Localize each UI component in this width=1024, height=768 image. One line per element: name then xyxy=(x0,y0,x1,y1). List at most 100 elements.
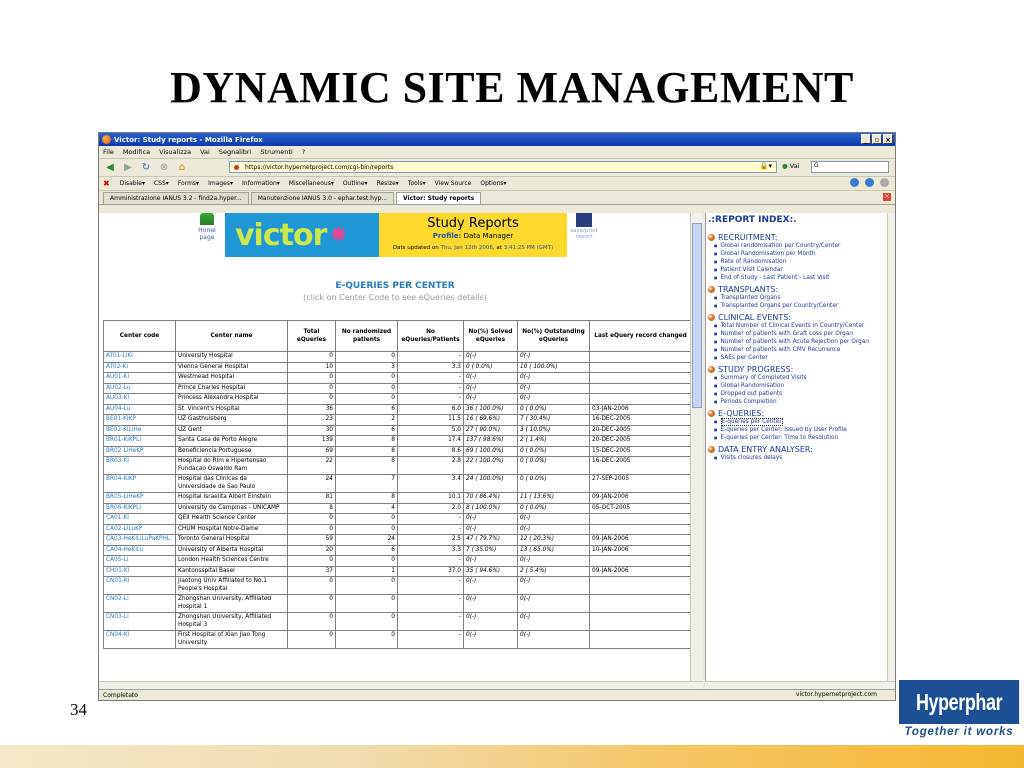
table-cell xyxy=(589,555,692,567)
index-scrollbar[interactable] xyxy=(887,213,895,681)
dev-toolbar-item[interactable]: Information▾ xyxy=(242,180,280,187)
url-bar[interactable]: https://victor.hypernetproject.com/cgi-b… xyxy=(229,161,777,173)
back-button[interactable]: ◀ xyxy=(103,161,117,175)
center-code-link[interactable]: AU02-Lu xyxy=(103,382,176,394)
index-link[interactable]: Dropped out patients xyxy=(708,390,895,398)
table-cell: Jiaotong Univ Affiliated to No.1 People'… xyxy=(175,576,288,595)
dev-toolbar-item[interactable]: Options▾ xyxy=(480,180,506,187)
menu-item[interactable]: Visualizza xyxy=(159,148,191,156)
dev-toolbar-item[interactable]: CSS▾ xyxy=(154,180,169,187)
stop-button[interactable]: ⊗ xyxy=(157,161,171,175)
center-code-link[interactable]: CN01-Ki xyxy=(103,576,176,595)
center-code-link[interactable]: CN03-Li xyxy=(103,612,176,631)
center-code-link[interactable]: BE01-KiKP xyxy=(103,414,176,426)
index-link[interactable]: E-queries per Center xyxy=(708,418,895,426)
index-link-label: E-queries per Center: Time to Resolution xyxy=(720,435,839,441)
home-page-link[interactable]: Home page xyxy=(195,213,219,241)
center-code-link[interactable]: AT01-LiKi xyxy=(103,351,176,363)
index-link[interactable]: Number of patients with CMV Recurrence xyxy=(708,346,895,354)
dev-toolbar-item[interactable]: Miscellaneous▾ xyxy=(289,180,334,187)
dev-toolbar-item[interactable]: Forms▾ xyxy=(178,180,199,187)
index-link[interactable]: Total Number of Clinical Events in Count… xyxy=(708,322,895,330)
center-code-link[interactable]: CA04-HeKiLu xyxy=(103,544,176,556)
dev-toolbar-item[interactable]: Disable▾ xyxy=(120,180,145,187)
index-link[interactable]: SAEs per Center xyxy=(708,354,895,362)
dev-toolbar-item[interactable]: View Source xyxy=(435,180,472,187)
index-link[interactable]: Global Randomisation xyxy=(708,382,895,390)
dev-toolbar-item[interactable]: Resize▾ xyxy=(377,180,399,187)
center-code-link[interactable]: BR04-KiKP xyxy=(103,474,176,493)
vertical-scrollbar[interactable] xyxy=(690,213,703,681)
index-link[interactable]: E-queries per Center: Issued by User Pro… xyxy=(708,426,895,434)
table-cell: 10.1 xyxy=(397,492,464,504)
index-link[interactable]: End of Study - Last Patient - Last Visit xyxy=(708,274,895,282)
index-link[interactable]: Patient Visit Calendar xyxy=(708,266,895,274)
table-row: BR01-KiKPLi Santa Casa de Porto Alegre 139… xyxy=(103,435,692,447)
index-link[interactable]: Global randomisation per Country/Center xyxy=(708,242,895,250)
center-code-link[interactable]: CH01-Ki xyxy=(103,565,176,577)
menu-item[interactable]: ? xyxy=(302,148,305,156)
index-link-label: Dropped out patients xyxy=(720,391,783,397)
menu-item[interactable]: Vai xyxy=(200,148,210,156)
index-link[interactable]: Visits closures delays xyxy=(708,454,895,462)
dev-toolbar-item[interactable]: Outline▾ xyxy=(343,180,368,187)
center-code-link[interactable]: AT02-Ki xyxy=(103,361,176,373)
center-code-link[interactable]: BR03-Ki xyxy=(103,456,176,475)
browser-tab[interactable]: Victor: Study reports xyxy=(396,192,482,204)
table-cell: 16-DEC-2005 xyxy=(589,456,692,475)
minimize-button[interactable]: _ xyxy=(861,134,871,144)
menu-item[interactable]: File xyxy=(103,148,114,156)
settings-icon[interactable] xyxy=(880,178,889,187)
index-link[interactable]: Number of patients with Acute Rejection … xyxy=(708,338,895,346)
center-code-link[interactable]: CA02-LiLuKP xyxy=(103,523,176,535)
info-icon[interactable] xyxy=(865,178,874,187)
center-code-link[interactable]: BR06-KiKPLi xyxy=(103,502,176,514)
scroll-thumb[interactable] xyxy=(692,223,702,408)
index-link[interactable]: E-queries per Center: Time to Resolution xyxy=(708,434,895,442)
menu-item[interactable]: Modifica xyxy=(123,148,150,156)
menu-item[interactable]: Segnalibri xyxy=(219,148,252,156)
table-cell: UZ Gasthuisberg xyxy=(175,414,288,426)
table-cell: 0(-) xyxy=(463,372,518,384)
center-code-link[interactable]: BR05-LiHeKP xyxy=(103,492,176,504)
index-link[interactable]: Transplanted Organs per Country/Center xyxy=(708,302,895,310)
table-cell: - xyxy=(397,576,464,595)
center-code-link[interactable]: CA03-HeKiLiLuPaKPHL xyxy=(103,534,176,546)
home-button[interactable]: ⌂ xyxy=(175,161,189,175)
index-link[interactable]: Global Randomisation per Month xyxy=(708,250,895,258)
center-code-link[interactable]: AU03-Ki xyxy=(103,393,176,405)
center-code-link[interactable]: CN02-Li xyxy=(103,594,176,613)
close-tab-icon[interactable]: × xyxy=(883,193,891,201)
maximize-button[interactable]: ▫ xyxy=(872,134,882,144)
center-code-link[interactable]: CN04-Ki xyxy=(103,630,176,649)
browser-tab[interactable]: Manutenzione IANUS 3.0 - ephar.test.hyp.… xyxy=(250,192,395,204)
center-code-link[interactable]: BR01-KiKPLi xyxy=(103,435,176,447)
dev-toolbar-item[interactable]: Tools▾ xyxy=(408,180,426,187)
center-code-link[interactable]: CA05-Li xyxy=(103,555,176,567)
menu-bar: File Modifica Visualizza Vai Segnalibri Strum… xyxy=(99,146,895,159)
index-link[interactable]: Rate of Randomisation xyxy=(708,258,895,266)
dev-toolbar-item[interactable]: Images▾ xyxy=(208,180,233,187)
close-button[interactable]: × xyxy=(883,134,893,144)
index-link[interactable]: Number of patients with Graft Loss per O… xyxy=(708,330,895,338)
center-code-link[interactable]: BE02-KiLiHe xyxy=(103,424,176,436)
index-link[interactable]: Summary of Completed Visits xyxy=(708,374,895,382)
index-link[interactable]: Transplanted Organs xyxy=(708,294,895,302)
reload-button[interactable]: ↻ xyxy=(139,161,153,175)
index-section-label: DATA ENTRY ANALYSER: xyxy=(718,445,813,454)
index-link[interactable]: Periods Completion xyxy=(708,398,895,406)
center-code-link[interactable]: AU01-Ki xyxy=(103,372,176,384)
globe-icon xyxy=(708,410,715,417)
save-print-report-button[interactable]: save/print report xyxy=(569,213,599,240)
center-code-link[interactable]: CA01-Ki xyxy=(103,513,176,525)
center-code-link[interactable]: BR02-LiHeKP xyxy=(103,445,176,457)
index-section-label: CLINICAL EVENTS: xyxy=(718,313,792,322)
go-button[interactable]: ● Vai xyxy=(782,162,799,170)
close-toolbar-icon[interactable]: ✖ xyxy=(103,179,110,188)
browser-tab[interactable]: Amministrazione IANUS 3.2 - find2a.hyper… xyxy=(103,192,249,204)
check-icon[interactable] xyxy=(850,178,859,187)
forward-button[interactable]: ▶ xyxy=(121,161,135,175)
menu-item[interactable]: Strumenti xyxy=(260,148,292,156)
center-code-link[interactable]: AU04-Lu xyxy=(103,403,176,415)
search-input[interactable]: G xyxy=(811,161,889,173)
